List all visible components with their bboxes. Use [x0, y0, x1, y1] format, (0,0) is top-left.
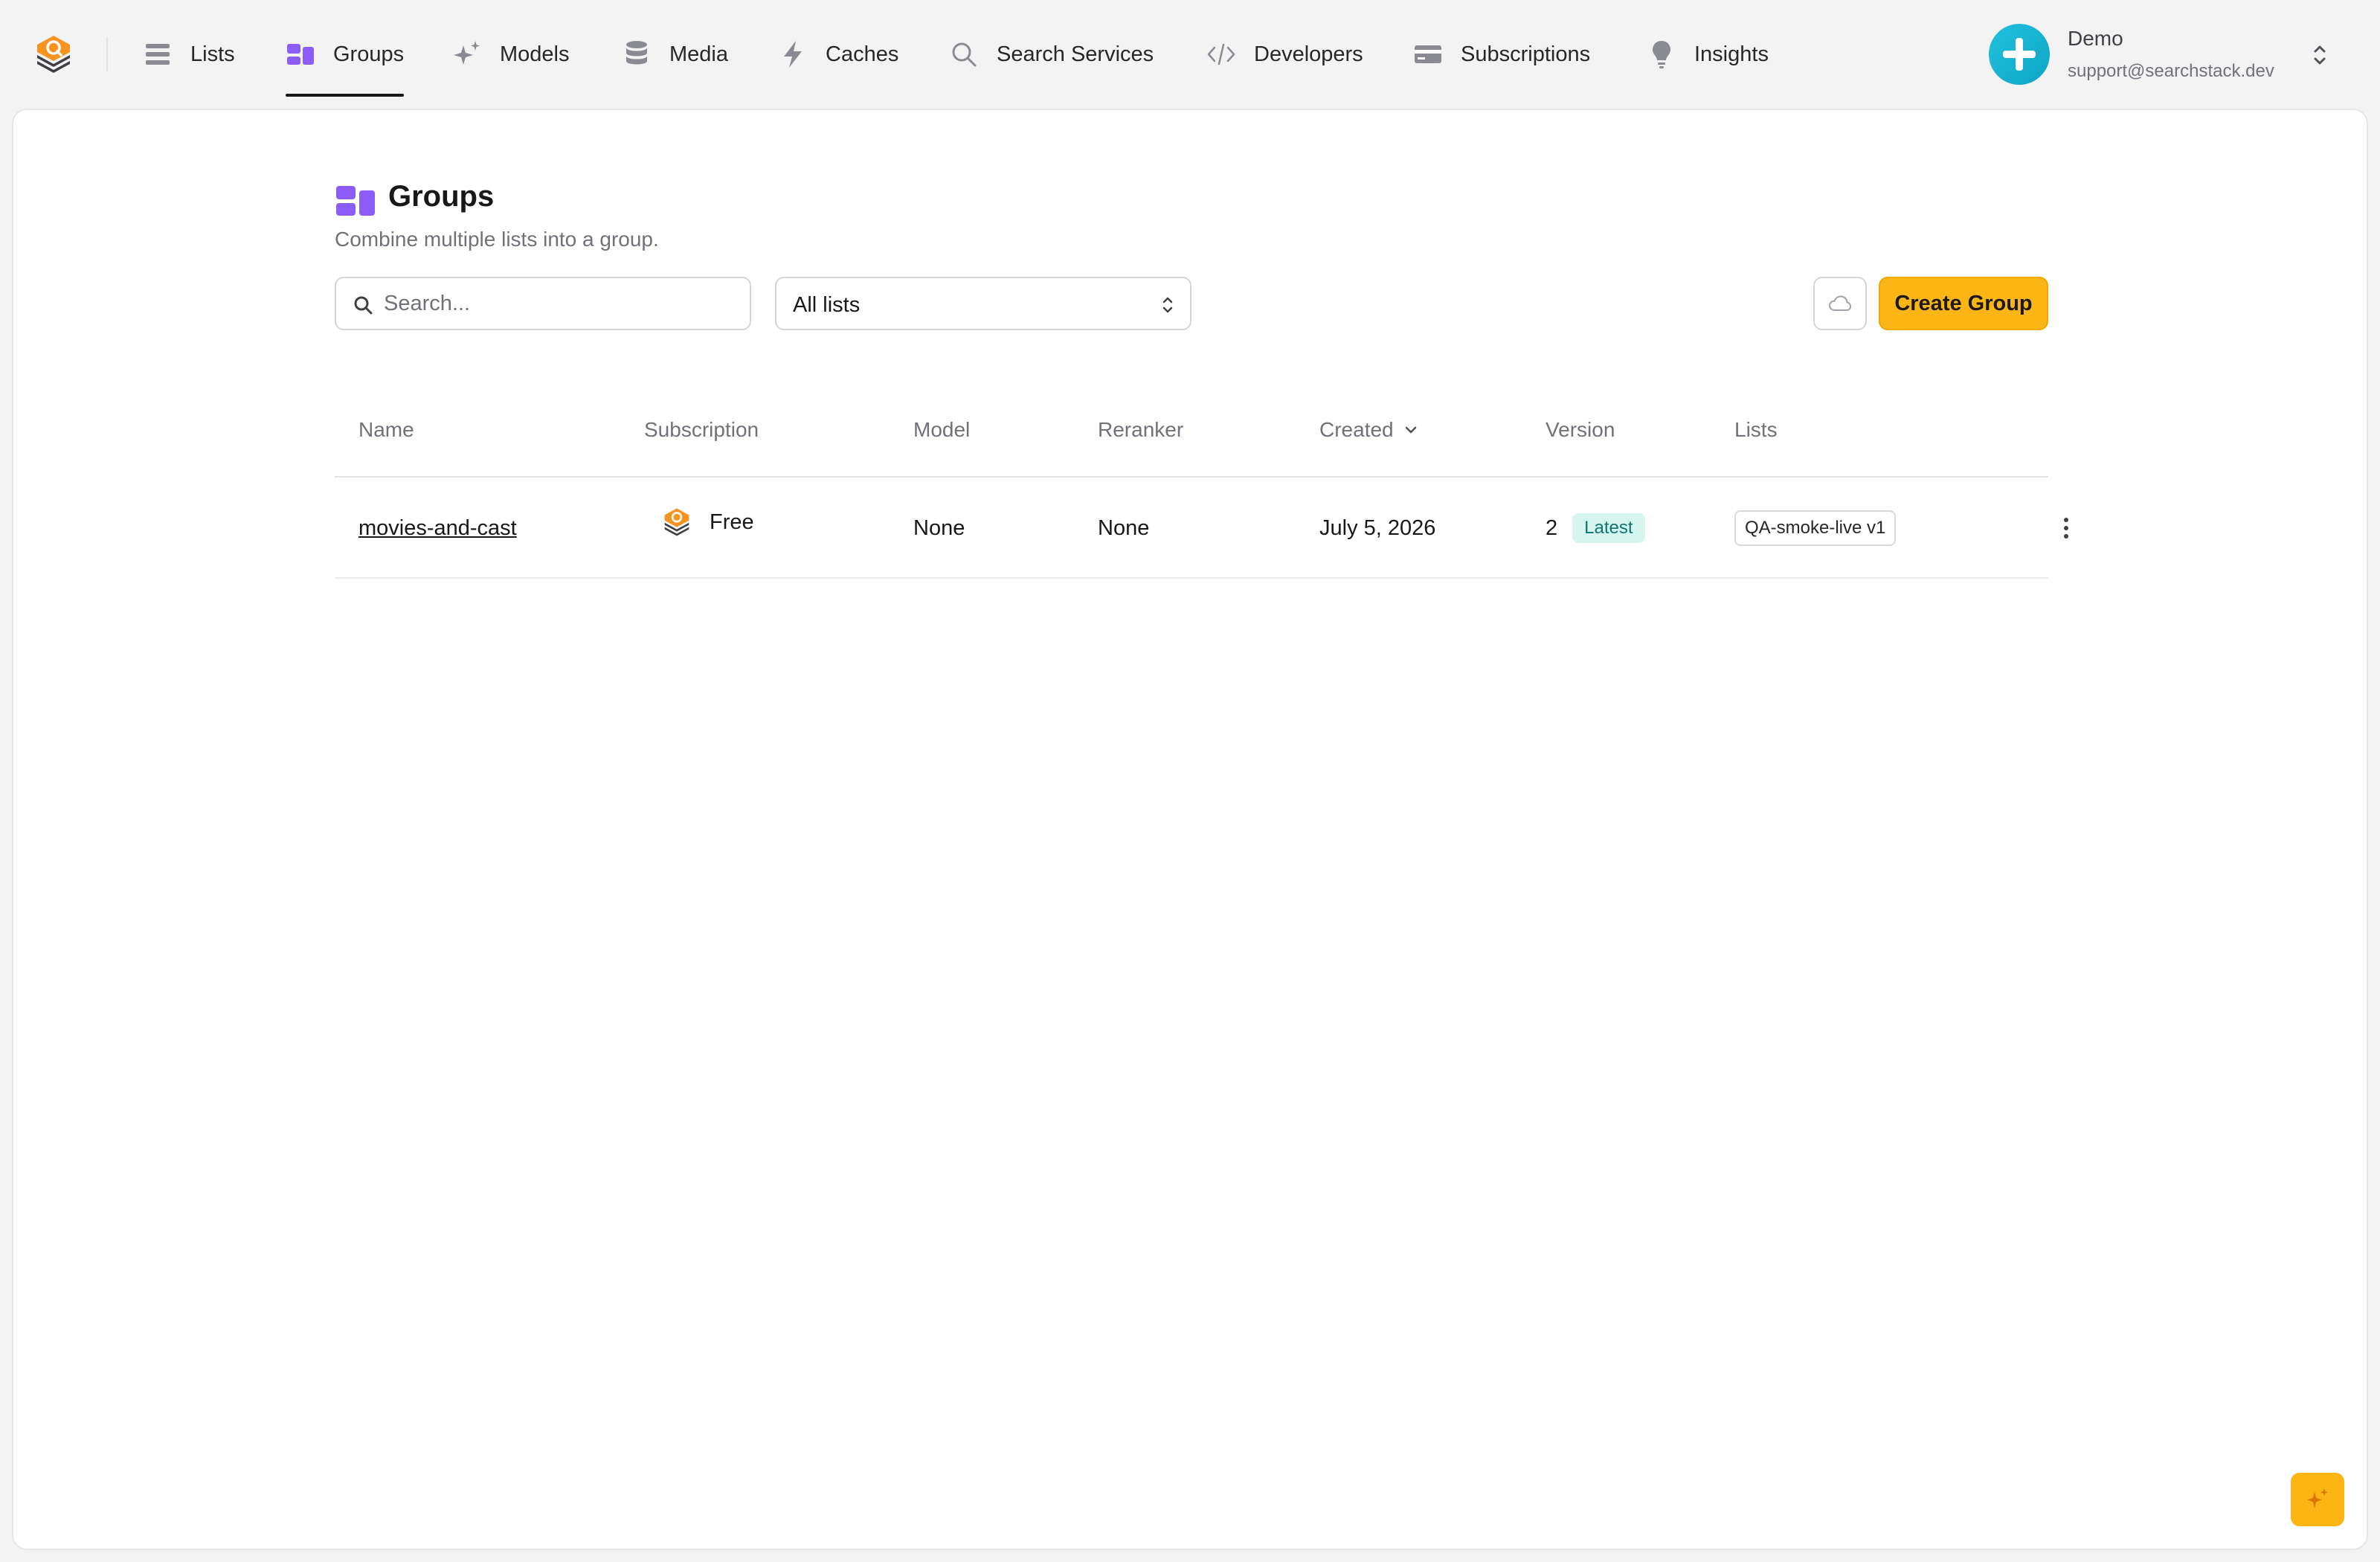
nav-divider — [106, 37, 108, 71]
table-row[interactable]: movies-and-cast Free None None July 5, 2… — [335, 478, 2068, 579]
user-menu[interactable]: Demo support@searchstack.dev — [1989, 24, 2346, 86]
nav-item-lists[interactable]: Lists — [143, 30, 235, 79]
database-icon — [622, 39, 652, 69]
column-header-model[interactable]: Model — [913, 393, 970, 467]
nav-item-caches[interactable]: Caches — [778, 30, 898, 79]
nav-item-label: Lists — [190, 42, 235, 66]
chevron-up-down-icon — [2309, 42, 2331, 68]
column-header-name[interactable]: Name — [358, 393, 414, 467]
search-field[interactable] — [335, 277, 751, 330]
nav-item-developers[interactable]: Developers — [1206, 30, 1363, 79]
column-header-subscription[interactable]: Subscription — [644, 393, 759, 467]
latest-badge: Latest — [1572, 513, 1645, 543]
sparkles-icon — [452, 39, 482, 69]
nav-item-label: Media — [669, 42, 728, 66]
created-date: July 5, 2026 — [1319, 515, 1436, 540]
subscription-name: Free — [710, 510, 754, 534]
groups-icon — [335, 184, 376, 217]
nav-item-label: Insights — [1694, 42, 1769, 66]
nav-item-insights[interactable]: Insights — [1647, 30, 1769, 79]
chevron-up-down-icon — [1162, 297, 1173, 313]
nav-item-label: Groups — [333, 42, 405, 66]
column-header-reranker[interactable]: Reranker — [1098, 393, 1183, 467]
top-navigation: Lists Groups Models Media Caches Search … — [0, 0, 2380, 109]
model-value: None — [913, 515, 965, 540]
more-options-icon[interactable] — [2057, 513, 2075, 543]
avatar — [1989, 24, 2050, 85]
user-name: Demo — [2068, 27, 2123, 50]
cloud-icon — [1829, 295, 1851, 311]
main-content: Groups Combine multiple lists into a gro… — [12, 109, 2368, 1550]
nav-item-label: Subscriptions — [1461, 42, 1591, 66]
code-icon — [1206, 39, 1236, 69]
ai-assistant-button[interactable] — [2291, 1473, 2344, 1526]
reranker-value: None — [1098, 515, 1150, 540]
app-logo-icon[interactable] — [34, 34, 73, 74]
nav-item-label: Models — [500, 42, 570, 66]
lists-filter-select[interactable]: All lists — [775, 277, 1191, 330]
sparkles-icon — [2307, 1488, 2328, 1508]
groups-icon — [286, 39, 315, 69]
credit-card-icon — [1413, 39, 1443, 69]
plus-icon — [2003, 38, 2036, 71]
search-icon — [354, 296, 373, 315]
sort-descending-icon — [1405, 426, 1416, 434]
user-email: support@searchstack.dev — [2068, 61, 2274, 81]
nav-item-subscriptions[interactable]: Subscriptions — [1413, 30, 1590, 79]
column-header-label: Created — [1319, 418, 1394, 441]
list-icon — [143, 39, 173, 69]
nav-item-groups[interactable]: Groups — [286, 30, 405, 97]
nav-item-label: Search Services — [997, 42, 1154, 66]
page-subtitle: Combine multiple lists into a group. — [335, 228, 659, 251]
column-header-lists[interactable]: Lists — [1734, 393, 1778, 467]
bolt-icon — [778, 39, 808, 69]
subscription-plan-icon — [664, 508, 689, 536]
column-header-created[interactable]: Created — [1319, 393, 1419, 467]
lightbulb-icon — [1647, 39, 1676, 69]
cloud-sync-button[interactable] — [1813, 277, 1867, 330]
group-name-link[interactable]: movies-and-cast — [358, 516, 517, 541]
version-number: 2 — [1546, 515, 1558, 540]
nav-item-search-services[interactable]: Search Services — [949, 30, 1154, 79]
search-icon — [949, 39, 979, 69]
search-input[interactable] — [384, 286, 733, 321]
nav-item-media[interactable]: Media — [622, 30, 728, 79]
column-header-version[interactable]: Version — [1546, 393, 1615, 467]
nav-item-label: Caches — [826, 42, 899, 66]
nav-item-label: Developers — [1254, 42, 1363, 66]
nav-item-models[interactable]: Models — [452, 30, 570, 79]
create-group-button[interactable]: Create Group — [1879, 277, 2048, 330]
list-tag[interactable]: QA-smoke-live v1 — [1734, 510, 1897, 546]
page-title: Groups — [388, 180, 495, 213]
lists-filter-value: All lists — [793, 293, 861, 317]
